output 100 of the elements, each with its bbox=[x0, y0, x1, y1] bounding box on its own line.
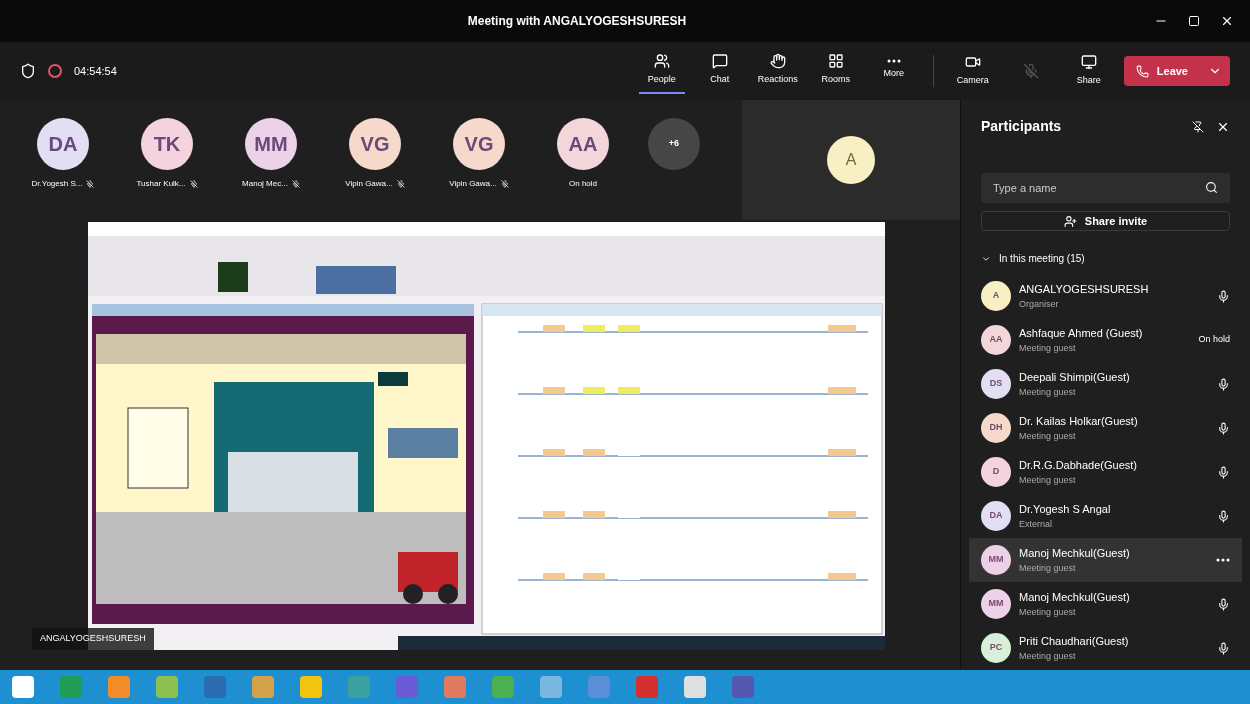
mic-icon bbox=[1217, 421, 1230, 435]
avatar: DH bbox=[981, 413, 1011, 443]
mic-icon bbox=[1217, 641, 1230, 655]
taskbar-app-icon[interactable] bbox=[444, 676, 466, 698]
toolbar-button[interactable]: Reactions bbox=[754, 48, 801, 94]
participant-role: Meeting guest bbox=[1019, 429, 1077, 443]
grid-icon bbox=[827, 53, 844, 70]
avatar: D bbox=[981, 457, 1011, 487]
taskbar-app-icon[interactable] bbox=[636, 676, 658, 698]
taskbar-app-icon[interactable] bbox=[60, 676, 82, 698]
taskbar-app-icon[interactable] bbox=[252, 676, 274, 698]
avatar: AA bbox=[981, 325, 1011, 355]
search-field[interactable]: Type a name bbox=[981, 173, 1230, 203]
participant-role: Meeting guest bbox=[1019, 473, 1077, 487]
self-avatar: A bbox=[827, 136, 875, 184]
avatar: MM bbox=[981, 589, 1011, 619]
close-icon[interactable] bbox=[1220, 14, 1234, 28]
taskbar-app-icon[interactable] bbox=[396, 676, 418, 698]
taskbar-app-icon[interactable] bbox=[348, 676, 370, 698]
people-icon bbox=[653, 53, 670, 70]
avatar: DA bbox=[981, 501, 1011, 531]
mic-off-icon bbox=[1022, 63, 1039, 79]
participant-name: Dr. Kailas Holkar(Guest) bbox=[1019, 414, 1139, 429]
avatar: VG bbox=[349, 118, 401, 170]
mic-icon bbox=[1217, 377, 1230, 391]
participant-role: Meeting guest bbox=[1019, 649, 1077, 663]
avatar: A bbox=[981, 281, 1011, 311]
participant-name: Manoj Mechkul(Guest) bbox=[1019, 590, 1131, 605]
participant-role: Meeting guest bbox=[1019, 561, 1077, 575]
participant-row[interactable]: D Dr.R.G.Dabhade(Guest) Meeting guest bbox=[969, 450, 1242, 494]
participant-role: Meeting guest bbox=[1019, 341, 1077, 355]
participant-role: Organiser bbox=[1019, 297, 1060, 311]
mic-icon bbox=[1217, 289, 1230, 303]
mic-icon bbox=[1217, 597, 1230, 611]
device-button[interactable]: Share bbox=[1065, 48, 1112, 94]
window-title: Meeting with ANGALYOGESHSURESH bbox=[466, 13, 688, 30]
phone-icon bbox=[1135, 64, 1149, 78]
participant-name: Vipin Gawa... bbox=[345, 178, 393, 190]
avatar: PC bbox=[981, 633, 1011, 663]
avatar: MM bbox=[981, 545, 1011, 575]
participant-row[interactable]: PC Priti Chaudhari(Guest) Meeting guest bbox=[969, 626, 1242, 670]
participant-name: On hold bbox=[569, 178, 597, 190]
avatar: DA bbox=[37, 118, 89, 170]
overflow-count[interactable]: +6 bbox=[648, 118, 700, 170]
taskbar-app-icon[interactable] bbox=[540, 676, 562, 698]
participant-name: Dr.R.G.Dabhade(Guest) bbox=[1019, 458, 1138, 473]
avatar: DS bbox=[981, 369, 1011, 399]
taskbar-app-icon[interactable] bbox=[732, 676, 754, 698]
taskbar-app-icon[interactable] bbox=[108, 676, 130, 698]
presenter-name: ANGALYOGESHSURESH bbox=[32, 628, 154, 650]
panel-title: Participants bbox=[981, 117, 1062, 136]
monitor-icon bbox=[1080, 54, 1097, 71]
more-icon bbox=[886, 59, 901, 64]
participant-name: Dr.Yogesh S... bbox=[31, 178, 83, 190]
participant-name: ANGALYOGESHSURESH bbox=[1019, 282, 1150, 297]
participant-row[interactable]: A ANGALYOGESHSURESH Organiser bbox=[969, 274, 1242, 318]
toolbar-button[interactable]: More bbox=[870, 48, 917, 94]
participant-row[interactable]: AA Ashfaque Ahmed (Guest) Meeting guest On hold bbox=[969, 318, 1242, 362]
chat-icon bbox=[711, 53, 728, 70]
participant-name: Manoj Mechkul(Guest) bbox=[1019, 546, 1131, 561]
taskbar-app-icon[interactable] bbox=[204, 676, 226, 698]
participant-row[interactable]: MM Manoj Mechkul(Guest) Meeting guest bbox=[969, 538, 1242, 582]
add-person-icon bbox=[1063, 214, 1077, 228]
avatar: TK bbox=[141, 118, 193, 170]
maximize-icon[interactable] bbox=[1188, 15, 1200, 27]
search-icon[interactable] bbox=[1205, 181, 1218, 194]
participant-role: Meeting guest bbox=[1019, 605, 1077, 619]
share-invite-button[interactable]: Share invite bbox=[981, 211, 1230, 231]
participant-row[interactable]: DA Dr.Yogesh S Angal External bbox=[969, 494, 1242, 538]
toolbar-button[interactable]: Chat bbox=[696, 48, 743, 94]
taskbar-app-icon[interactable] bbox=[684, 676, 706, 698]
more-icon[interactable] bbox=[1216, 558, 1230, 562]
participant-name: Manoj Mec... bbox=[242, 178, 288, 190]
shield-icon bbox=[20, 63, 36, 79]
taskbar-app-icon[interactable] bbox=[492, 676, 514, 698]
taskbar-app-icon[interactable] bbox=[12, 676, 34, 698]
taskbar-app-icon[interactable] bbox=[300, 676, 322, 698]
section-toggle[interactable]: In this meeting (15) bbox=[981, 251, 1230, 266]
toolbar-button[interactable]: People bbox=[638, 48, 685, 94]
avatar: VG bbox=[453, 118, 505, 170]
participant-role: Meeting guest bbox=[1019, 385, 1077, 399]
participant-status: On hold bbox=[1198, 333, 1230, 347]
participant-name: Tushar Kulk... bbox=[136, 178, 186, 190]
participant-role: External bbox=[1019, 517, 1054, 531]
mic-icon bbox=[1217, 465, 1230, 479]
participant-row[interactable]: MM Manoj Mechkul(Guest) Meeting guest bbox=[969, 582, 1242, 626]
recording-icon bbox=[48, 64, 62, 78]
taskbar-app-icon[interactable] bbox=[156, 676, 178, 698]
participant-name: Ashfaque Ahmed (Guest) bbox=[1019, 326, 1144, 341]
meeting-timer: 04:54:54 bbox=[74, 63, 117, 79]
taskbar-app-icon[interactable] bbox=[588, 676, 610, 698]
participant-name: Vipin Gawa... bbox=[449, 178, 497, 190]
participant-row[interactable]: DH Dr. Kailas Holkar(Guest) Meeting guest bbox=[969, 406, 1242, 450]
avatar: AA bbox=[557, 118, 609, 170]
participant-name: Deepali Shimpi(Guest) bbox=[1019, 370, 1131, 385]
toolbar-button[interactable]: Rooms bbox=[812, 48, 859, 94]
device-button[interactable]: Camera bbox=[949, 48, 996, 94]
participant-row[interactable]: DS Deepali Shimpi(Guest) Meeting guest bbox=[969, 362, 1242, 406]
participant-name: Dr.Yogesh S Angal bbox=[1019, 502, 1112, 517]
participant-name: Priti Chaudhari(Guest) bbox=[1019, 634, 1130, 649]
